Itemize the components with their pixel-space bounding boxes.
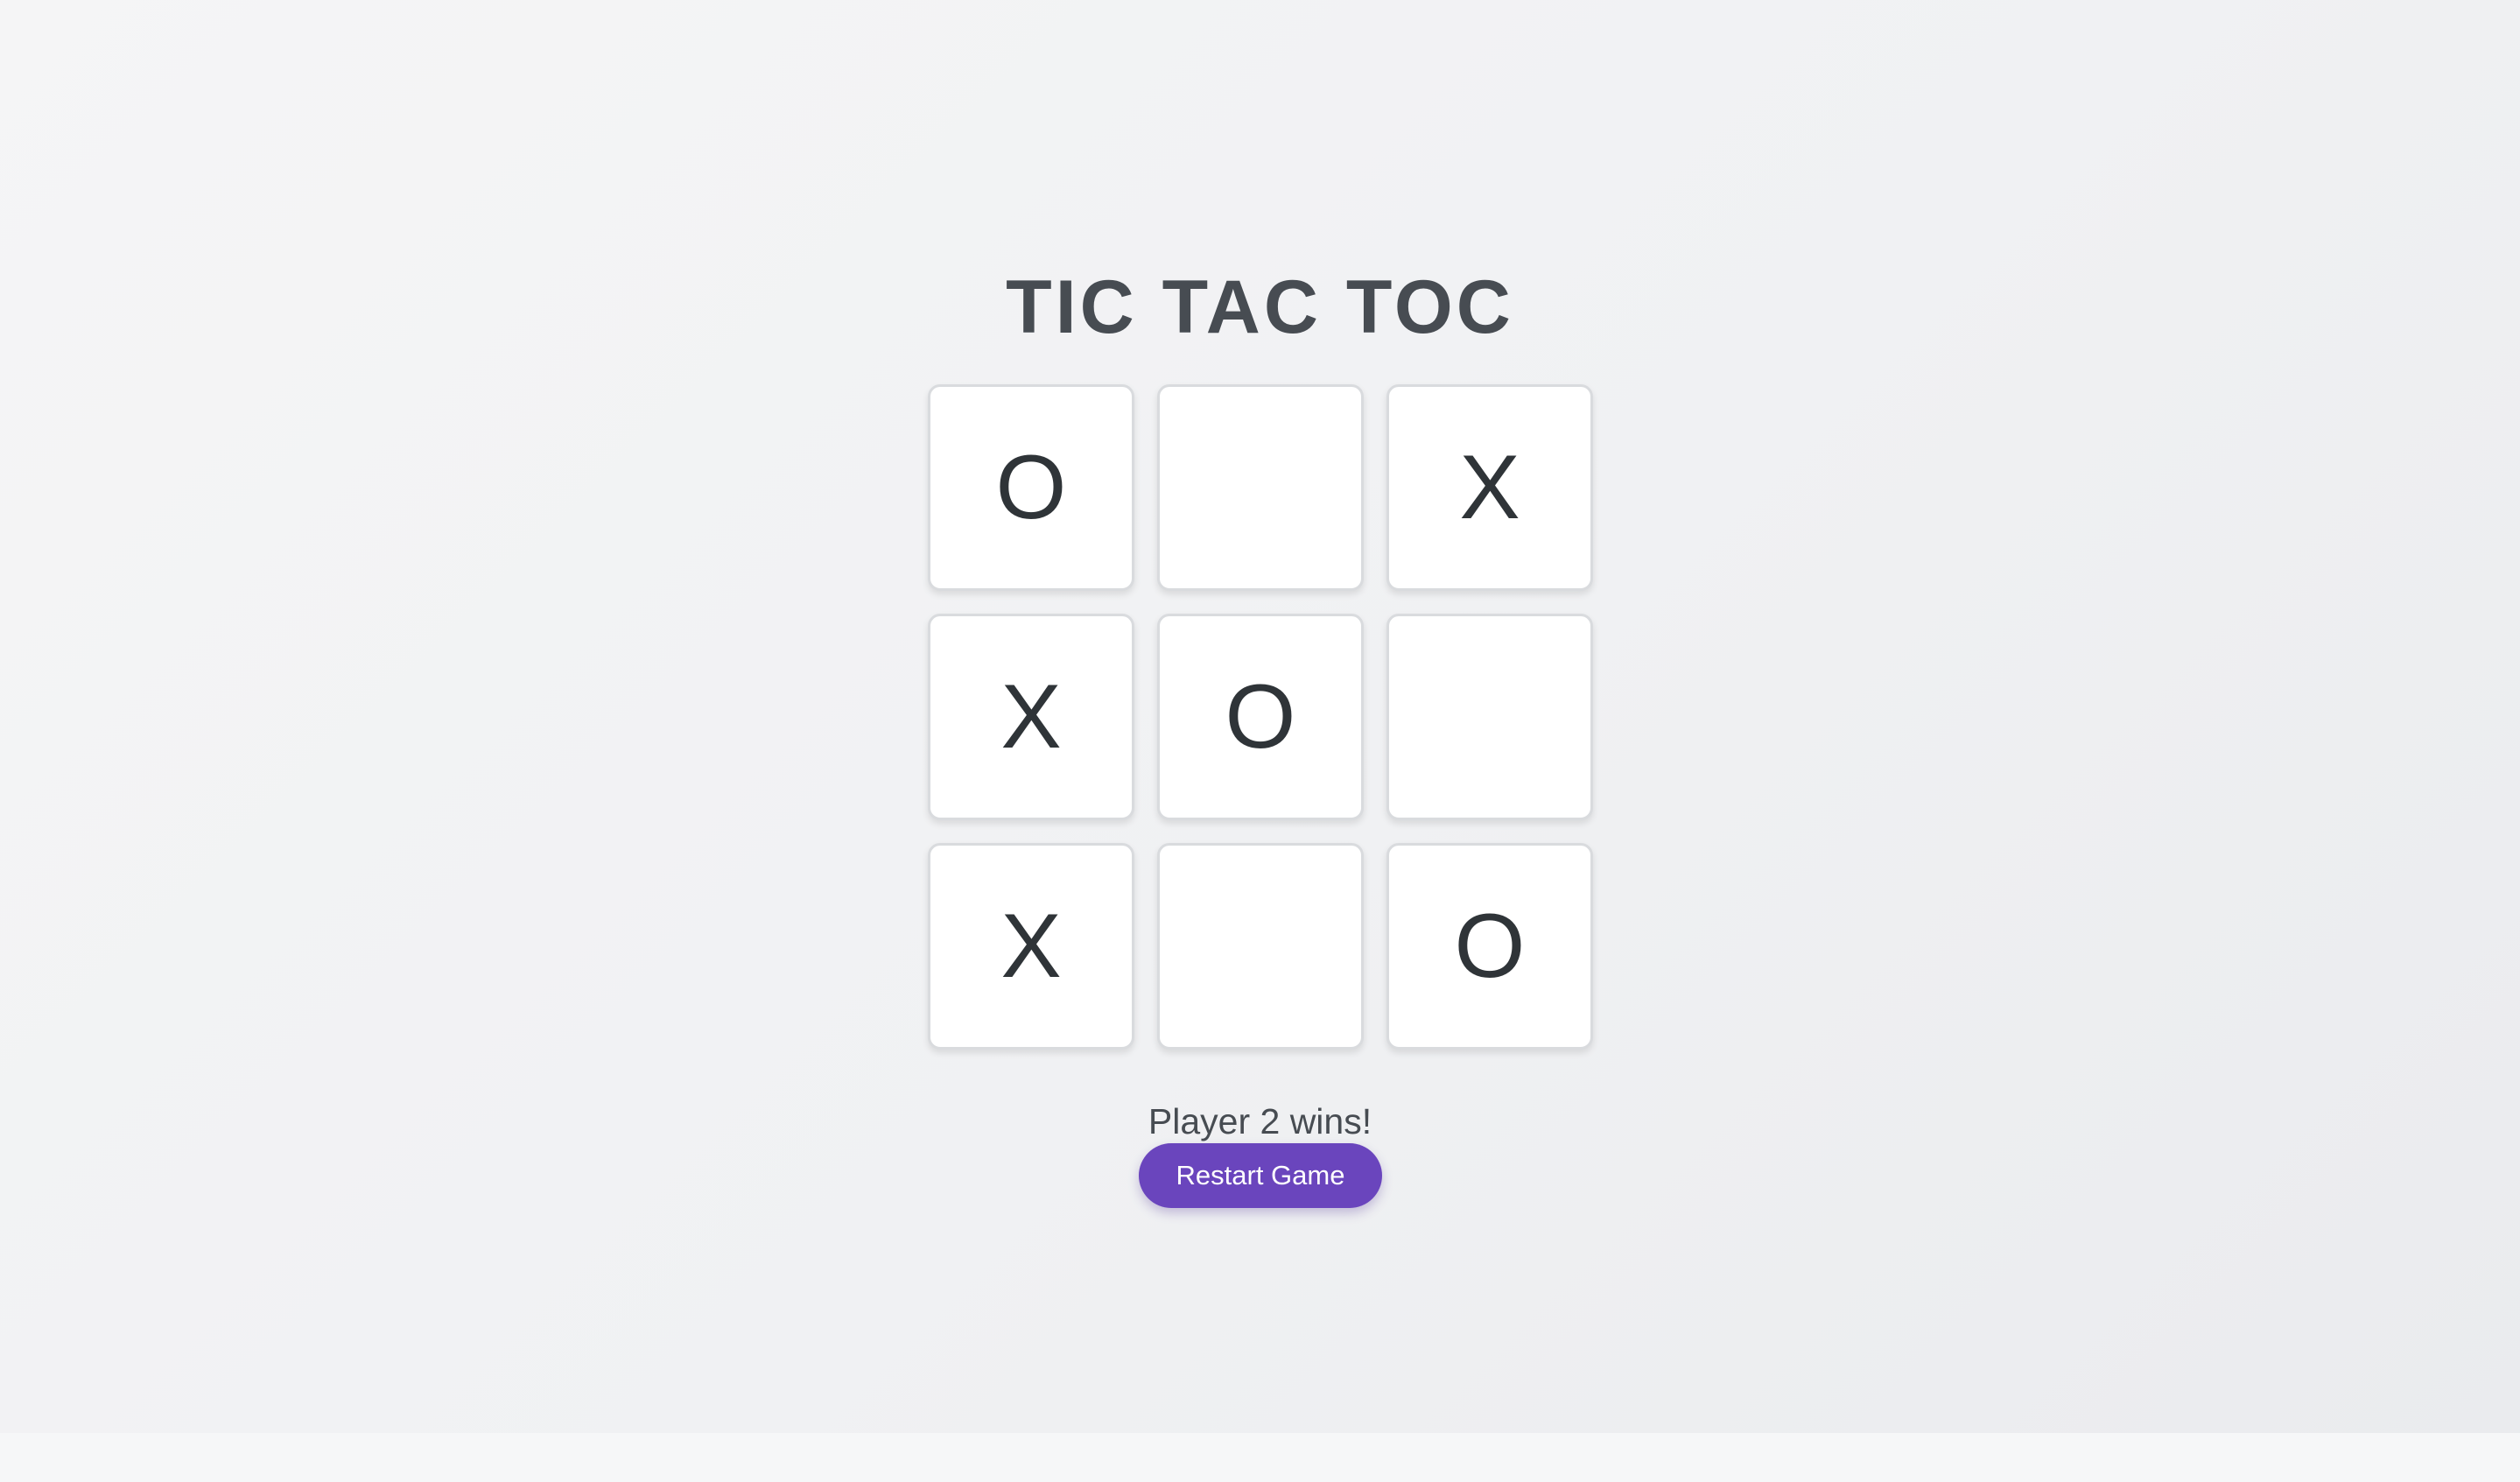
board-cell-2[interactable] xyxy=(1157,384,1364,591)
game-page: TIC TAC TOC O X X O X O Player 2 wins! R… xyxy=(0,0,2520,1433)
board-cell-7[interactable]: X xyxy=(928,843,1134,1050)
game-board: O X X O X O xyxy=(928,384,1593,1050)
restart-game-button[interactable]: Restart Game xyxy=(1139,1143,1382,1208)
board-cell-3[interactable]: X xyxy=(1386,384,1593,591)
board-cell-9[interactable]: O xyxy=(1386,843,1593,1050)
page-footer-strip xyxy=(0,1433,2520,1482)
board-cell-4[interactable]: X xyxy=(928,614,1134,820)
board-cell-1[interactable]: O xyxy=(928,384,1134,591)
board-cell-5[interactable]: O xyxy=(1157,614,1364,820)
board-cell-6[interactable] xyxy=(1386,614,1593,820)
game-title: TIC TAC TOC xyxy=(1006,265,1514,349)
board-cell-8[interactable] xyxy=(1157,843,1364,1050)
game-status-message: Player 2 wins! xyxy=(1148,1101,1372,1141)
